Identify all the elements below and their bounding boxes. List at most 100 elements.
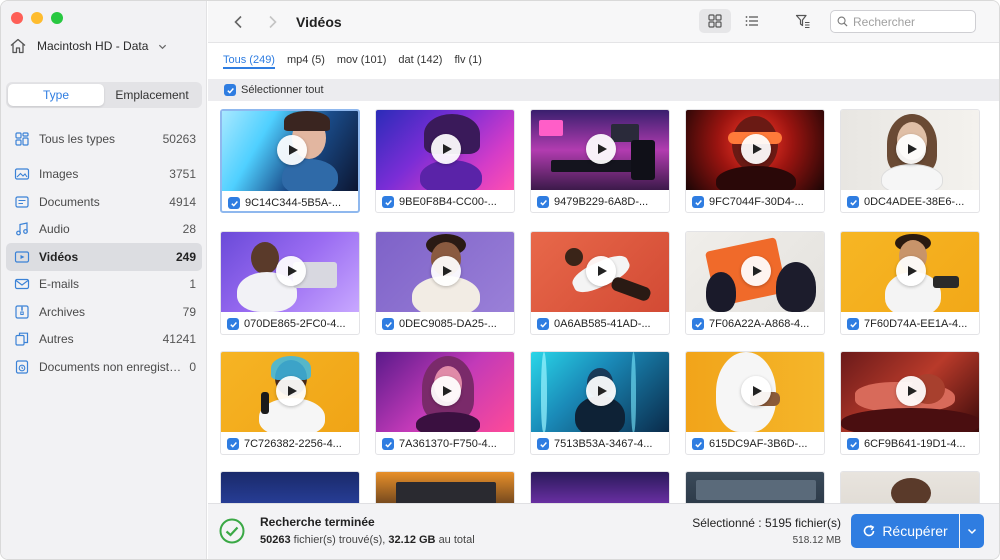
file-card[interactable] [375, 471, 515, 503]
play-button[interactable] [431, 256, 461, 286]
file-checkbox[interactable] [692, 196, 704, 208]
play-button[interactable] [277, 135, 307, 165]
file-card[interactable]: 0DEC9085-DA25-... [375, 231, 515, 335]
filter-tab-mp4[interactable]: mp4 (5) [287, 52, 325, 68]
disk-name[interactable]: Macintosh HD - Data [37, 39, 148, 53]
file-checkbox[interactable] [382, 438, 394, 450]
file-name: 9C14C344-5B5A-... [245, 197, 341, 209]
play-button[interactable] [586, 376, 616, 406]
zoom-window-button[interactable] [51, 12, 63, 24]
file-card[interactable]: 9479B229-6A8D-... [530, 109, 670, 213]
back-button[interactable] [228, 12, 248, 32]
play-button[interactable] [741, 376, 771, 406]
minimize-window-button[interactable] [31, 12, 43, 24]
file-card[interactable]: 070DE865-2FC0-4... [220, 231, 360, 335]
sidebar-item-others[interactable]: Autres 41241 [6, 326, 202, 354]
tab-type[interactable]: Type [8, 84, 104, 106]
select-all-label[interactable]: Sélectionner tout [241, 84, 324, 96]
search-input[interactable] [853, 14, 973, 29]
play-button[interactable] [741, 256, 771, 286]
select-all-checkbox[interactable] [224, 84, 236, 96]
play-button[interactable] [586, 256, 616, 286]
file-checkbox[interactable] [227, 318, 239, 330]
scan-status-title: Recherche terminée [260, 515, 375, 529]
file-card[interactable]: 7513B53A-3467-4... [530, 351, 670, 455]
file-checkbox[interactable] [227, 438, 239, 450]
chevron-down-icon[interactable] [158, 42, 167, 51]
list-view-button[interactable] [736, 9, 768, 33]
file-card[interactable]: 9BE0F8B4-CC00-... [375, 109, 515, 213]
file-card[interactable]: 0DC4ADEE-38E6-... [840, 109, 980, 213]
sidebar-item-audio[interactable]: Audio 28 [6, 216, 202, 244]
sidebar-item-documents[interactable]: Documents 4914 [6, 188, 202, 216]
file-name: 9FC7044F-30D4-... [709, 196, 804, 208]
disk-selector[interactable]: Macintosh HD - Data [9, 35, 199, 57]
recover-button[interactable]: Récupérer [851, 514, 959, 548]
file-checkbox[interactable] [537, 438, 549, 450]
play-button[interactable] [741, 134, 771, 164]
sidebar-item-unsaved-documents[interactable]: Documents non enregistrés 0 [6, 353, 202, 381]
sidebar-item-emails[interactable]: E-mails 1 [6, 271, 202, 299]
play-button[interactable] [431, 376, 461, 406]
play-button[interactable] [896, 134, 926, 164]
play-button[interactable] [276, 376, 306, 406]
filter-tab-flv[interactable]: flv (1) [454, 52, 482, 68]
file-card[interactable]: 9C14C344-5B5A-... [220, 109, 360, 213]
filter-tab-mov[interactable]: mov (101) [337, 52, 387, 68]
filter-button[interactable] [791, 9, 815, 33]
file-checkbox[interactable] [537, 196, 549, 208]
file-card[interactable] [220, 471, 360, 503]
tab-emplacement[interactable]: Emplacement [104, 84, 200, 106]
play-button[interactable] [431, 134, 461, 164]
home-icon[interactable] [9, 37, 27, 55]
recover-options-button[interactable] [960, 514, 984, 548]
file-caption: 7513B53A-3467-4... [537, 436, 665, 452]
sidebar-item-archives[interactable]: Archives 79 [6, 298, 202, 326]
file-checkbox[interactable] [847, 438, 859, 450]
file-checkbox[interactable] [228, 197, 240, 209]
sidebar-item-images[interactable]: Images 3751 [6, 161, 202, 189]
category-count: 28 [182, 222, 196, 237]
play-button[interactable] [896, 376, 926, 406]
file-card[interactable]: 7F06A22A-A868-4... [685, 231, 825, 335]
image-icon [12, 166, 32, 182]
grid-view-button[interactable] [699, 9, 731, 33]
file-checkbox[interactable] [537, 318, 549, 330]
stack-icon [12, 131, 32, 147]
play-button[interactable] [896, 256, 926, 286]
file-caption: 7F60D74A-EE1A-4... [847, 316, 975, 332]
play-icon [443, 266, 452, 276]
file-type-filter-tabs: Tous (249) mp4 (5) mov (101) dat (142) f… [208, 44, 999, 76]
file-card[interactable]: 7A361370-F750-4... [375, 351, 515, 455]
sidebar-item-videos[interactable]: Vidéos 249 [6, 243, 202, 271]
file-checkbox[interactable] [382, 196, 394, 208]
file-card[interactable]: 0A6AB585-41AD-... [530, 231, 670, 335]
file-card[interactable] [530, 471, 670, 503]
sidebar-item-all-types[interactable]: Tous les types 50263 [6, 125, 202, 153]
file-checkbox[interactable] [692, 318, 704, 330]
close-window-button[interactable] [11, 12, 23, 24]
file-checkbox[interactable] [692, 438, 704, 450]
file-card[interactable]: 615DC9AF-3B6D-... [685, 351, 825, 455]
file-card[interactable] [685, 471, 825, 503]
file-checkbox[interactable] [847, 318, 859, 330]
search-box[interactable] [830, 10, 976, 33]
play-button[interactable] [586, 134, 616, 164]
forward-button[interactable] [262, 12, 282, 32]
play-button[interactable] [276, 256, 306, 286]
filter-tab-dat[interactable]: dat (142) [398, 52, 442, 68]
filter-tab-all[interactable]: Tous (249) [223, 52, 275, 69]
app-window: Macintosh HD - Data Type Emplacement Tou… [0, 0, 1000, 560]
category-label: Autres [39, 332, 74, 347]
checkmark-icon [539, 199, 547, 206]
file-name: 7513B53A-3467-4... [554, 438, 653, 450]
file-checkbox[interactable] [847, 196, 859, 208]
file-card[interactable]: 7F60D74A-EE1A-4... [840, 231, 980, 335]
page-title: Vidéos [296, 14, 342, 30]
file-card[interactable]: 7C726382-2256-4... [220, 351, 360, 455]
category-count: 4914 [169, 194, 196, 209]
file-card[interactable]: 9FC7044F-30D4-... [685, 109, 825, 213]
file-checkbox[interactable] [382, 318, 394, 330]
file-card[interactable]: 6CF9B641-19D1-4... [840, 351, 980, 455]
file-card[interactable] [840, 471, 980, 503]
